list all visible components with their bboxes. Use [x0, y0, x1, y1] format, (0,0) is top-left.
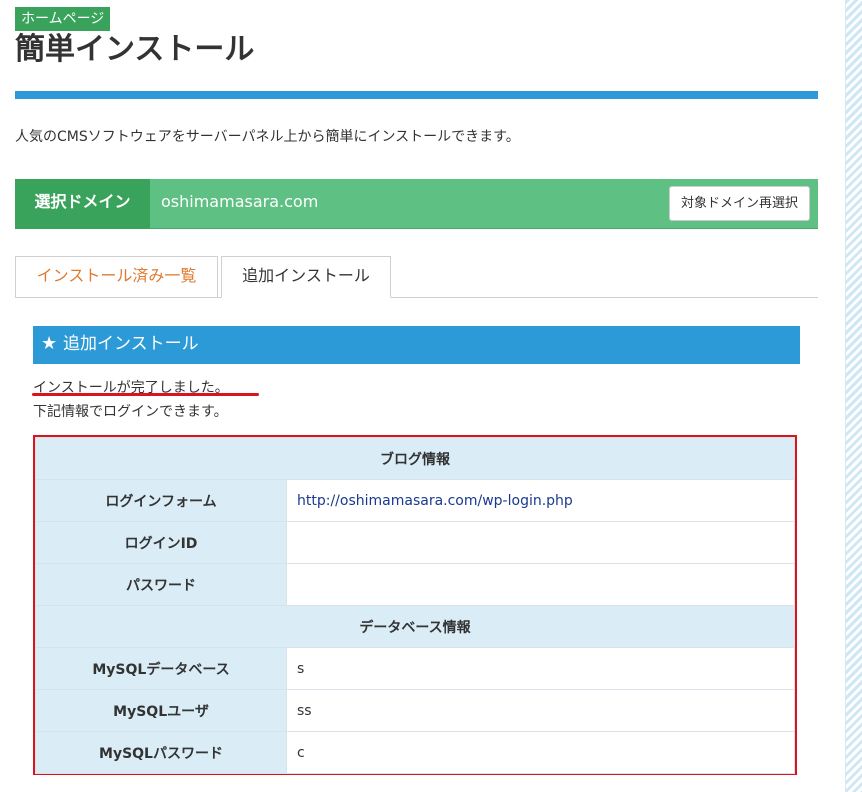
password-value — [286, 563, 795, 606]
login-form-link[interactable]: http://oshimamasara.com/wp-login.php — [297, 493, 573, 509]
login-info-message: 下記情報でログインできます。 — [33, 404, 228, 420]
selected-domain: oshimamasara.com — [161, 192, 319, 211]
table-row: パスワード — [35, 563, 795, 606]
reselect-domain-button[interactable]: 対象ドメイン再選択 — [668, 186, 810, 221]
mysql-user-value: ss — [286, 689, 795, 732]
section-header: ★ 追加インストール — [33, 326, 800, 364]
table-row: ログインフォーム http://oshimamasara.com/wp-logi… — [35, 479, 795, 522]
row-label: ログインフォーム — [35, 479, 287, 522]
install-info-table: ブログ情報 ログインフォーム http://oshimamasara.com/w… — [35, 437, 795, 774]
tab-installed-list[interactable]: インストール済み一覧 — [15, 256, 218, 298]
page-intro: 人気のCMSソフトウェアをサーバーパネル上から簡単にインストールできます。 — [15, 129, 520, 145]
domain-bar: 選択ドメイン oshimamasara.com 対象ドメイン再選択 — [15, 179, 818, 229]
highlight-underline — [32, 393, 259, 396]
table-row: ログインID — [35, 521, 795, 564]
mysql-database-value: s — [286, 647, 795, 690]
table-row: データベース情報 — [35, 605, 795, 648]
db-info-heading: データベース情報 — [35, 605, 795, 648]
login-id-value — [286, 521, 795, 564]
row-label: MySQLユーザ — [35, 689, 287, 732]
table-row: MySQLパスワード c — [35, 731, 795, 774]
page-edge-stripe — [845, 0, 862, 792]
table-row: ブログ情報 — [35, 437, 795, 480]
section-title: 追加インストール — [63, 334, 199, 354]
row-label: MySQLデータベース — [35, 647, 287, 690]
row-label: パスワード — [35, 563, 287, 606]
table-row: MySQLユーザ ss — [35, 689, 795, 732]
row-label: MySQLパスワード — [35, 731, 287, 774]
title-divider — [15, 91, 818, 99]
row-value: http://oshimamasara.com/wp-login.php — [286, 479, 795, 522]
row-label: ログインID — [35, 521, 287, 564]
breadcrumb[interactable]: ホームページ — [15, 7, 111, 31]
star-icon: ★ — [41, 333, 58, 354]
table-row: MySQLデータベース s — [35, 647, 795, 690]
tab-add-install[interactable]: 追加インストール — [221, 256, 391, 298]
domain-label: 選択ドメイン — [15, 179, 150, 229]
page-title: 簡単インストール — [15, 32, 255, 67]
blog-info-heading: ブログ情報 — [35, 437, 795, 480]
mysql-password-value: c — [286, 731, 795, 774]
tabs-divider — [15, 297, 818, 298]
